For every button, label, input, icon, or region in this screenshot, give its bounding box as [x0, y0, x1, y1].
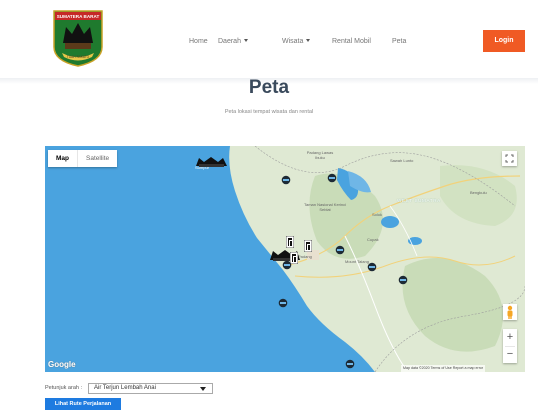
rental-marker[interactable]	[327, 173, 337, 183]
nav-daerah-label: Daerah	[218, 38, 241, 45]
nav-wisata[interactable]: Wisata	[282, 38, 311, 45]
map-label-padang-lawas: Padang Lawas Ibuku	[306, 150, 334, 160]
rental-marker[interactable]	[281, 175, 291, 185]
map-type-map-button[interactable]: Map	[48, 150, 77, 167]
zoom-in-button[interactable]: +	[503, 329, 517, 346]
map-label-cupak: Cupak	[367, 237, 379, 242]
rental-marker[interactable]	[335, 245, 345, 255]
dropdown-arrow-icon	[200, 387, 206, 391]
fullscreen-icon	[505, 154, 514, 163]
nav-rental-mobil[interactable]: Rental Mobil	[332, 38, 371, 45]
zoom-out-button[interactable]: −	[503, 346, 517, 363]
nav-daerah[interactable]: Daerah	[218, 38, 248, 45]
navbar: SUMATERA BARAT TUAH SAKATO Home Daerah W…	[0, 0, 538, 84]
rental-marker[interactable]	[345, 359, 355, 369]
caret-down-icon	[306, 39, 311, 42]
nav-home[interactable]: Home	[189, 38, 208, 45]
map-attribution[interactable]: Map data ©2020 Terms of Use Report a map…	[401, 365, 486, 372]
google-logo[interactable]: Google	[48, 360, 76, 369]
map-label-mount-talang: Mount Talang	[345, 259, 369, 264]
rental-marker[interactable]	[278, 298, 288, 308]
street-view-button[interactable]	[503, 304, 517, 320]
show-route-button[interactable]: Lihat Rute Perjalanan	[45, 398, 121, 410]
map-label-west-sumatra: WEST SUMATRA	[397, 198, 441, 203]
rumah-gadang-marker[interactable]	[195, 156, 228, 168]
login-button[interactable]: Login	[483, 30, 525, 52]
logo-ribbon-text: TUAH SAKATO	[67, 55, 90, 59]
nav-peta[interactable]: Peta	[392, 38, 406, 45]
rental-marker[interactable]	[398, 275, 408, 285]
nav-wisata-label: Wisata	[282, 38, 304, 45]
rental-marker[interactable]	[282, 260, 292, 270]
map-label-sawah-lunto: Sawah Lunto	[390, 158, 414, 163]
sumbar-logo[interactable]: SUMATERA BARAT TUAH SAKATO	[52, 9, 104, 67]
waterfall-marker[interactable]	[286, 236, 294, 248]
page-title: Peta	[248, 77, 290, 98]
map-type-satellite-button[interactable]: Satellite	[77, 150, 117, 167]
page-subtitle: Peta lokasi tempat wisata dan rental	[224, 109, 314, 115]
logo-banner-text: SUMATERA BARAT	[57, 14, 100, 19]
zoom-control: + −	[503, 329, 517, 363]
zoom-divider	[505, 346, 515, 347]
map-label-solok: Solok	[372, 212, 383, 217]
google-map[interactable]: Padang Lawas Ibuku Sawah Lunto Bengkulu …	[45, 146, 525, 372]
caret-down-icon	[243, 39, 248, 42]
rental-marker[interactable]	[367, 262, 377, 272]
destination-select[interactable]: Air Terjun Lembah Anai	[88, 383, 213, 394]
pegman-icon	[507, 305, 513, 319]
destination-select-value: Air Terjun Lembah Anai	[94, 385, 156, 391]
map-label-bengkulu: Bengkulu	[470, 190, 487, 195]
map-label-nature-park: Taman Nasional Kerinci Seblat	[303, 202, 347, 212]
map-type-control: Map Satellite	[48, 150, 118, 167]
directions-label: Petunjuk arah :	[45, 385, 82, 391]
fullscreen-button[interactable]	[502, 151, 517, 166]
waterfall-marker[interactable]	[304, 240, 312, 252]
